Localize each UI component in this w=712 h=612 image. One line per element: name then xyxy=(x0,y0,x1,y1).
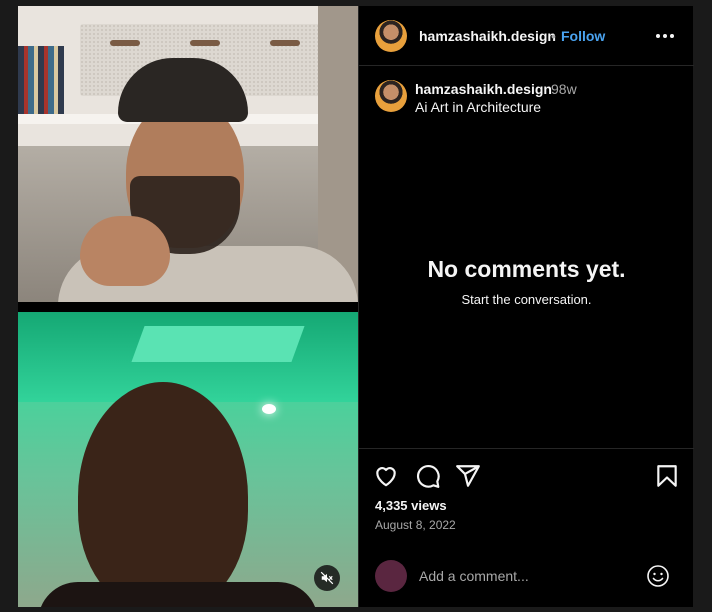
more-options-icon xyxy=(656,34,674,38)
video-post-media[interactable] xyxy=(18,6,358,607)
comment-composer xyxy=(359,548,694,607)
caption-username-link[interactable]: hamzashaikh.design xyxy=(415,81,552,97)
view-count[interactable]: 4,335 views xyxy=(375,498,447,513)
heart-icon[interactable] xyxy=(373,463,399,489)
avatar xyxy=(375,560,407,592)
muted-speaker-icon xyxy=(320,571,334,585)
post-date[interactable]: August 8, 2022 xyxy=(375,518,456,532)
empty-comments-subtitle: Start the conversation. xyxy=(461,292,592,307)
separator-dot: • xyxy=(551,28,556,44)
author-username-link[interactable]: hamzashaikh.design xyxy=(419,28,556,44)
bookmark-icon[interactable] xyxy=(654,463,680,489)
post-sidebar: hamzashaikh.design • Follow hamzashaikh.… xyxy=(358,6,694,607)
post-actions: 4,335 views August 8, 2022 xyxy=(359,448,694,548)
avatar[interactable] xyxy=(375,80,407,112)
share-icon[interactable] xyxy=(455,463,481,489)
video-call-top-participant xyxy=(18,6,358,302)
more-options-button[interactable] xyxy=(653,24,677,48)
hand xyxy=(80,216,170,286)
comment-icon[interactable] xyxy=(415,463,441,489)
audio-toggle-button[interactable] xyxy=(314,565,340,591)
caption-text: Ai Art in Architecture xyxy=(415,99,542,115)
avatar[interactable] xyxy=(375,20,407,52)
video-call-bottom-participant xyxy=(18,312,358,607)
participant-face xyxy=(78,382,248,607)
post-header: hamzashaikh.design • Follow xyxy=(359,6,694,66)
empty-comments-title: No comments yet. xyxy=(427,256,626,282)
emoji-icon[interactable] xyxy=(646,564,670,588)
follow-button[interactable]: Follow xyxy=(561,28,605,44)
post-age[interactable]: 98w xyxy=(551,81,577,97)
comment-input[interactable] xyxy=(419,564,639,588)
